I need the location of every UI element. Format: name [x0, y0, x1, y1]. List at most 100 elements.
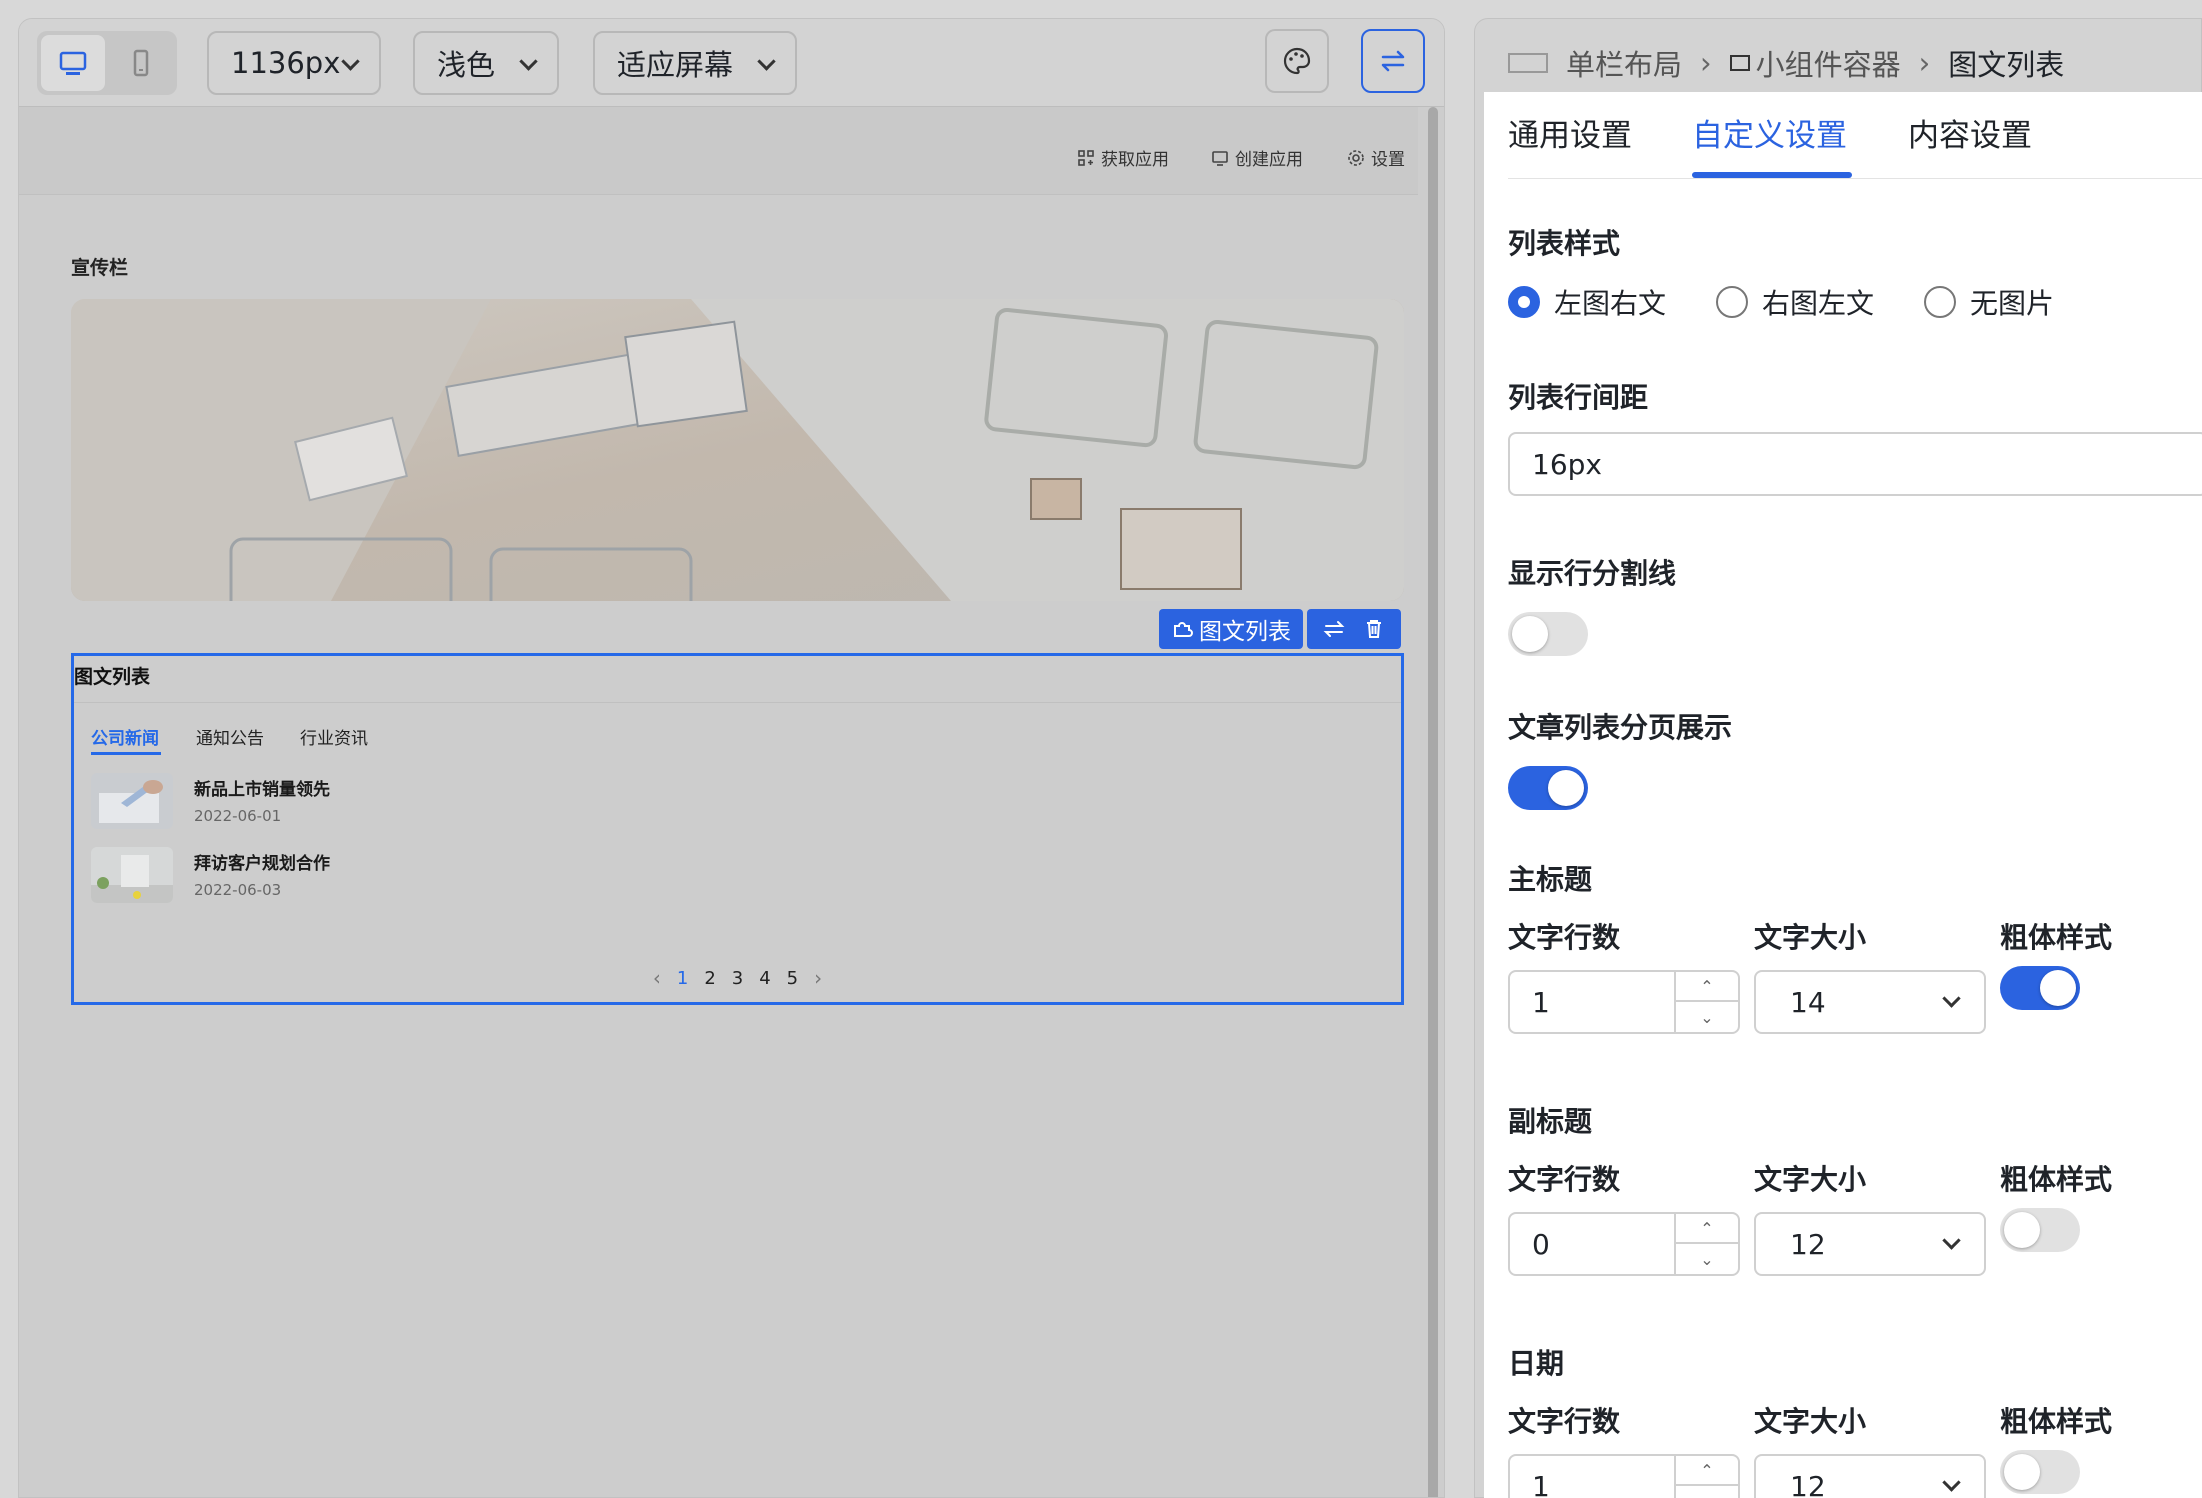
chevron-down-icon[interactable]: ⌄	[1676, 1486, 1738, 1498]
breadcrumb-current: 图文列表	[1948, 48, 2065, 82]
chevron-up-icon[interactable]: ⌃	[1676, 1456, 1738, 1486]
tab-general-settings[interactable]: 通用设置	[1508, 110, 1632, 155]
sub-title-section-label: 副标题	[1508, 1105, 1593, 1138]
swap-icon[interactable]	[1323, 618, 1345, 640]
main-title-bold-toggle[interactable]	[2000, 966, 2080, 1010]
radio-checked-icon	[1508, 286, 1540, 318]
create-app-label: 创建应用	[1235, 150, 1303, 170]
main-title-size-select[interactable]: 14	[1754, 970, 1986, 1034]
create-app-link[interactable]: 创建应用	[1211, 145, 1303, 170]
radio-no-image[interactable]: 无图片	[1924, 282, 2054, 322]
radio-unchecked-icon	[1924, 286, 1956, 318]
page-3[interactable]: 3	[732, 968, 743, 989]
tab-industry-news[interactable]: 行业资讯	[300, 724, 368, 749]
chevron-down-icon	[519, 52, 538, 71]
size-label: 文字大小	[1754, 921, 1867, 954]
sub-title-lines-stepper[interactable]: 0 ⌃ ⌄	[1508, 1212, 1740, 1276]
page-4[interactable]: 4	[759, 968, 770, 989]
divider	[74, 702, 1401, 703]
date-bold-toggle[interactable]	[2000, 1450, 2080, 1494]
select-value: 12	[1790, 1227, 1826, 1261]
fit-value: 适应屏幕	[617, 48, 734, 82]
size-label: 文字大小	[1754, 1405, 1867, 1438]
settings-panel: 通用设置 自定义设置 内容设置 列表样式 左图右文 右图左文 无图片 列表行间距…	[1484, 92, 2202, 1498]
breadcrumb-item[interactable]: 小组件容器	[1756, 42, 1901, 84]
paging-toggle-label: 文章列表分页展示	[1508, 711, 1733, 744]
get-app-link[interactable]: 获取应用	[1077, 145, 1169, 170]
date-size-select[interactable]: 12	[1754, 1454, 1986, 1498]
paging-toggle[interactable]	[1508, 766, 1588, 810]
sub-title-size-select[interactable]: 12	[1754, 1212, 1986, 1276]
preview-topbar: 获取应用 创建应用 设置	[19, 107, 1418, 195]
image-text-list-widget[interactable]: 图文列表 公司新闻 通知公告 行业资讯 新品上市销量领先 2022-06-01 …	[71, 653, 1404, 1005]
sub-title-bold-toggle[interactable]	[2000, 1208, 2080, 1252]
list-item[interactable]: 新品上市销量领先 2022-06-01	[91, 773, 691, 829]
main-title-section-label: 主标题	[1508, 863, 1593, 896]
lines-label: 文字行数	[1508, 1405, 1621, 1438]
widget-type-label: 图文列表	[1199, 619, 1291, 645]
stepper-value: 1	[1532, 985, 1550, 1019]
device-switch	[37, 31, 177, 95]
breadcrumb-item[interactable]: 单栏布局	[1566, 42, 1682, 84]
mobile-icon	[133, 49, 149, 77]
theme-value: 浅色	[437, 48, 496, 82]
page-2[interactable]: 2	[704, 968, 715, 989]
select-value: 14	[1790, 985, 1826, 1019]
divider-toggle[interactable]	[1508, 612, 1588, 656]
fit-dropdown[interactable]: 适应屏幕	[593, 31, 797, 95]
theme-palette-button[interactable]	[1265, 29, 1329, 93]
layout-icon	[1508, 53, 1548, 73]
desktop-view-button[interactable]	[41, 35, 105, 91]
page-1[interactable]: 1	[677, 968, 688, 989]
apps-icon	[1078, 149, 1094, 166]
lines-label: 文字行数	[1508, 1163, 1621, 1196]
width-dropdown[interactable]: 1136px	[207, 31, 381, 95]
container-icon	[1729, 55, 1750, 71]
item-thumbnail	[91, 847, 173, 903]
banner-label: 宣传栏	[71, 257, 129, 279]
row-spacing-label: 列表行间距	[1508, 381, 1649, 414]
next-page-icon[interactable]: ›	[814, 966, 822, 990]
radio-left-image[interactable]: 左图右文	[1508, 282, 1666, 322]
page-5[interactable]: 5	[787, 968, 798, 989]
widget-type-tag[interactable]: 图文列表	[1159, 609, 1303, 649]
breadcrumb: 单栏布局 › 小组件容器 › 图文列表	[1508, 42, 2064, 84]
trash-icon[interactable]	[1363, 618, 1385, 640]
tab-announcements[interactable]: 通知公告	[196, 724, 264, 749]
size-label: 文字大小	[1754, 1163, 1867, 1196]
bold-label: 粗体样式	[2000, 921, 2113, 954]
chevron-down-icon[interactable]: ⌄	[1676, 1244, 1738, 1274]
row-spacing-select[interactable]: 16px	[1508, 432, 2202, 496]
canvas-scrollbar[interactable]	[1428, 107, 1438, 1497]
prev-page-icon[interactable]: ‹	[653, 966, 661, 990]
date-lines-stepper[interactable]: 1 ⌃⌄	[1508, 1454, 1740, 1498]
radio-unchecked-icon	[1716, 286, 1748, 318]
stepper-value: 0	[1532, 1227, 1550, 1261]
pagination: ‹ 1 2 3 4 5 ›	[74, 966, 1401, 990]
radio-label: 左图右文	[1554, 287, 1667, 320]
lines-label: 文字行数	[1508, 921, 1621, 954]
tab-company-news[interactable]: 公司新闻	[91, 724, 159, 749]
chevron-up-icon[interactable]: ⌃	[1676, 972, 1738, 1002]
theme-dropdown[interactable]: 浅色	[413, 31, 559, 95]
chevron-down-icon	[1942, 1231, 1961, 1250]
row-spacing-value: 16px	[1532, 447, 1602, 481]
widget-action-bar: 图文列表	[1159, 609, 1401, 649]
settings-link[interactable]: 设置	[1347, 145, 1405, 170]
widget-title: 图文列表	[74, 666, 151, 688]
main-title-lines-stepper[interactable]: 1 ⌃ ⌄	[1508, 970, 1740, 1034]
tab-custom-settings[interactable]: 自定义设置	[1692, 110, 1847, 155]
chevron-down-icon[interactable]: ⌄	[1676, 1002, 1738, 1032]
settings-label: 设置	[1371, 150, 1405, 170]
list-item[interactable]: 拜访客户规划合作 2022-06-03	[91, 847, 691, 903]
mobile-view-button[interactable]	[109, 35, 173, 91]
swap-button[interactable]	[1361, 29, 1425, 93]
chevron-down-icon	[341, 52, 360, 71]
date-section-label: 日期	[1508, 1347, 1565, 1380]
item-title: 拜访客户规划合作	[194, 854, 330, 874]
tab-content-settings[interactable]: 内容设置	[1908, 110, 2032, 155]
radio-right-image[interactable]: 右图左文	[1716, 282, 1874, 322]
gear-icon	[1348, 149, 1364, 166]
chevron-up-icon[interactable]: ⌃	[1676, 1214, 1738, 1244]
radio-label: 无图片	[1970, 287, 2055, 320]
